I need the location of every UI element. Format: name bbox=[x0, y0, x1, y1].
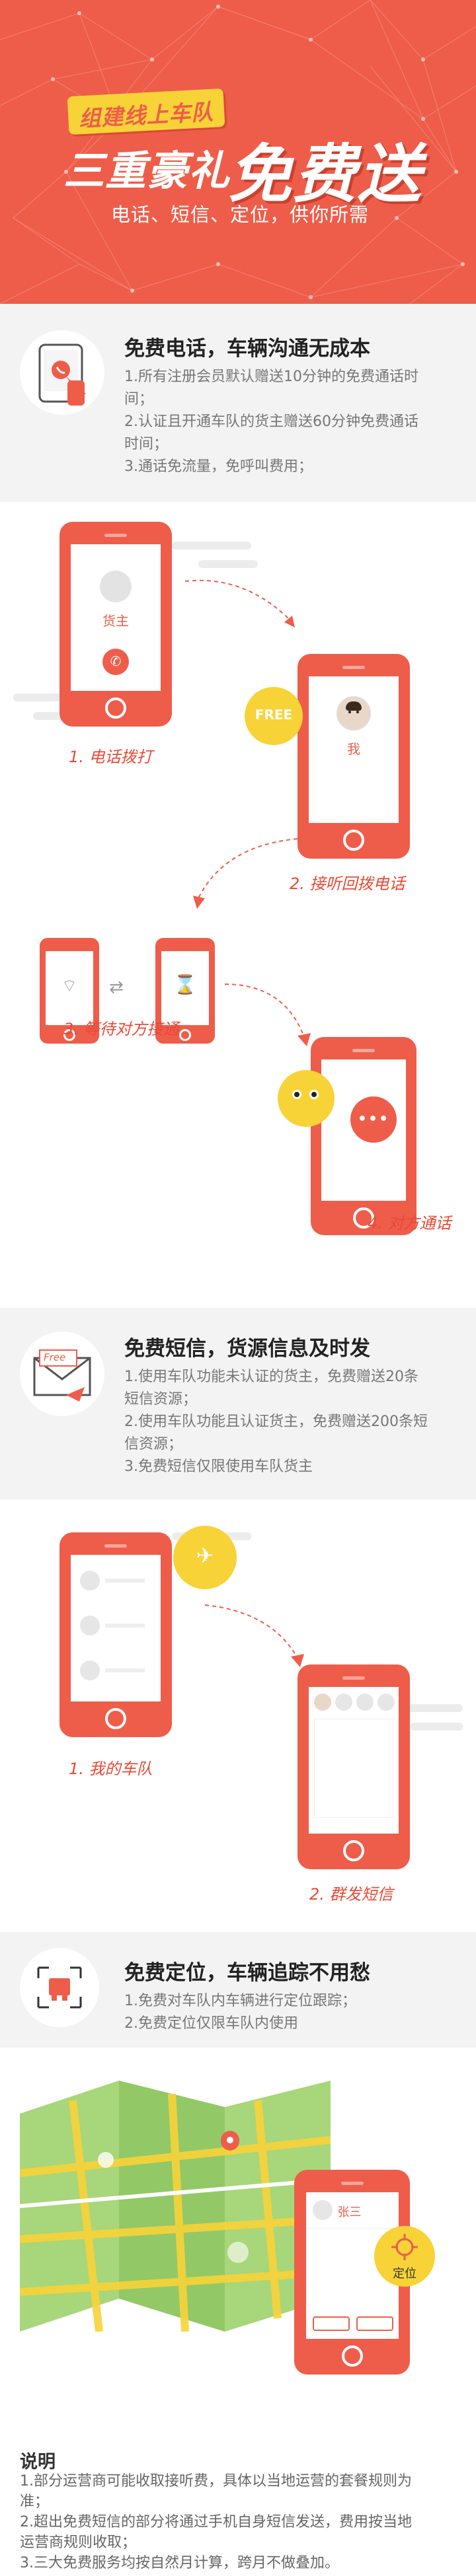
callee-avatar bbox=[337, 696, 371, 731]
section-call-line: 2.认证且开通车队的货主赠送60分钟免费通话 bbox=[124, 413, 418, 430]
section-call-line: 1.所有注册会员默认赠送10分钟的免费通话时 bbox=[124, 369, 418, 385]
section-sms-line: 1.使用车队功能未认证的货主，免费赠送20条 bbox=[124, 1369, 418, 1385]
talk-bubble-red-icon: ••• bbox=[350, 1096, 397, 1143]
my-fleet-phone bbox=[60, 1532, 172, 1737]
group-send-icon: ✈ bbox=[173, 1526, 237, 1589]
notes-title: 说明 bbox=[20, 2452, 56, 2472]
section-free-call: 免费电话，车辆沟通无成本 1.所有注册会员默认赠送10分钟的免费通话时 间； 2… bbox=[0, 304, 476, 502]
section-location-line: 2.免费定位仅限车队内使用 bbox=[124, 2015, 298, 2032]
free-badge: FREE bbox=[245, 687, 303, 745]
note-line: 1.部分运营商可能收取接听费，具体以当地运营的套餐规则为 bbox=[20, 2473, 412, 2489]
caller-avatar bbox=[100, 571, 132, 602]
section-sms-line: 短信资源； bbox=[124, 1391, 198, 1408]
note-line: 2.超出免费短信的部分将通过手机自身短信发送，费用按当地 bbox=[20, 2514, 412, 2530]
section-free-sms: Free 免费短信，货源信息及时发 1.使用车队功能未认证的货主，免费赠送20条… bbox=[0, 1308, 476, 1499]
caller-name: 货主 bbox=[102, 613, 129, 629]
hero-title-prefix: 三重豪礼 bbox=[63, 147, 231, 195]
map-pin-icon bbox=[221, 2131, 239, 2151]
section-call-line: 3.通话免流量，免呼叫费用； bbox=[124, 458, 313, 475]
flow-arrow bbox=[193, 838, 298, 909]
step-label: 4. 对方通话 bbox=[368, 1214, 452, 1233]
dial-button-icon: ✆ bbox=[102, 649, 129, 675]
section-location-title: 免费定位，车辆追踪不用愁 bbox=[124, 1961, 370, 1985]
caller-phone: 货主 ✆ bbox=[60, 522, 172, 727]
envelope-label: Free bbox=[44, 1351, 66, 1363]
locate-label: 定位 bbox=[393, 2267, 416, 2281]
map-graphic bbox=[20, 2081, 331, 2332]
step-label: 2. 群发短信 bbox=[309, 1885, 393, 1904]
talk-bubble-yellow-icon bbox=[278, 1070, 335, 1127]
step-label: 1. 我的车队 bbox=[69, 1760, 153, 1778]
flow-arrow bbox=[224, 984, 311, 1046]
crosshair-icon bbox=[391, 2234, 418, 2260]
contact-avatar bbox=[312, 2200, 333, 2220]
hourglass-icon: ⌛ bbox=[173, 974, 197, 995]
hero-banner: 组建线上车队 三重豪礼 免费送 电话、短信、定位，供你所需 bbox=[0, 0, 476, 304]
phone-call-icon bbox=[20, 330, 104, 415]
section-location-line: 1.免费对车队内车辆进行定位跟踪； bbox=[124, 1993, 356, 2009]
swap-arrows-icon: ⇄ bbox=[109, 978, 124, 997]
section-sms-line: 2.使用车队功能且认证货主，免费赠送200条短 bbox=[124, 1413, 428, 1430]
contact-name: 张三 bbox=[337, 2205, 362, 2219]
hero-subtitle: 电话、短信、定位，供你所需 bbox=[111, 203, 370, 226]
callee-phone: 我 bbox=[298, 654, 410, 859]
section-sms-line: 3.免费短信仅限使用车队货主 bbox=[124, 1458, 313, 1475]
free-badge-text: FREE bbox=[255, 707, 293, 723]
section-free-location: 免费定位，车辆追踪不用愁 1.免费对车队内车辆进行定位跟踪； 2.免费定位仅限车… bbox=[0, 1932, 476, 2048]
call-button-icon bbox=[356, 2316, 393, 2331]
step-label: 1. 电话拨打 bbox=[69, 748, 153, 766]
section-call-line: 时间； bbox=[124, 436, 169, 452]
flow-arrow bbox=[204, 1604, 304, 1667]
envelope-icon: Free bbox=[20, 1332, 104, 1416]
note-line: 运营商规则收取； bbox=[20, 2534, 137, 2551]
note-line: 准； bbox=[20, 2493, 50, 2510]
group-sms-phone bbox=[298, 1664, 410, 1869]
truck-locate-icon bbox=[20, 1948, 99, 2027]
note-line: 3.三大免费服务均按自然月计算，跨月不做叠加。 bbox=[20, 2555, 339, 2571]
wifi-icon: ⌔ bbox=[61, 976, 78, 996]
section-call-line: 间； bbox=[124, 391, 154, 408]
hero-badge-text: 组建线上车队 bbox=[78, 98, 215, 132]
section-call-title: 免费电话，车辆沟通无成本 bbox=[124, 337, 370, 361]
section-sms-line: 信资源； bbox=[124, 1436, 183, 1452]
section-sms-title: 免费短信，货源信息及时发 bbox=[124, 1337, 370, 1361]
hero-badge: 组建线上车队 bbox=[67, 88, 225, 135]
callee-name: 我 bbox=[347, 741, 360, 757]
step-label: 3. 等待对方接通 bbox=[63, 1020, 179, 1038]
message-button-icon bbox=[312, 2316, 350, 2331]
locate-badge: 定位 bbox=[374, 2226, 435, 2287]
flow-arrow bbox=[184, 579, 295, 627]
